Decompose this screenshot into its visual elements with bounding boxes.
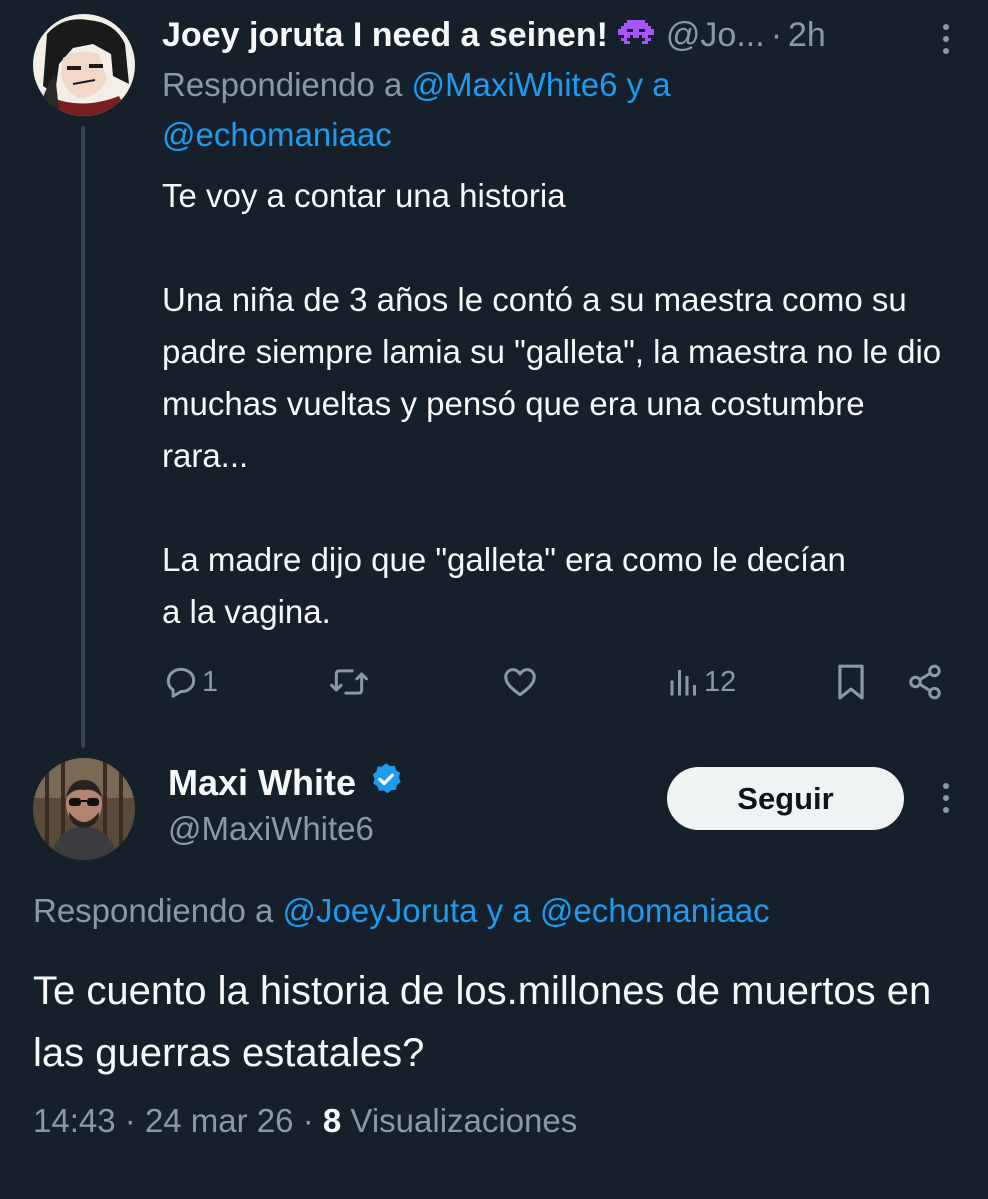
heart-icon — [500, 663, 540, 701]
replying-joiner: y a — [626, 66, 671, 103]
separator: · — [770, 15, 783, 54]
date[interactable]: 24 mar 26 — [145, 1102, 294, 1139]
tweet1-header: Joey joruta I need a seinen! @Jo... · 2h — [162, 10, 826, 60]
reply-button[interactable]: 1 — [162, 658, 218, 706]
views-count: 8 — [322, 1102, 342, 1139]
mention-link[interactable]: @echomaniaac — [540, 892, 770, 929]
thread-connector-line — [81, 126, 85, 748]
retweet-button[interactable] — [328, 658, 372, 706]
reply-icon — [162, 663, 200, 701]
tweet-text-paragraph: Te voy a contar una historia — [162, 177, 566, 214]
avatar[interactable] — [33, 14, 135, 116]
mention-link[interactable]: @MaxiWhite6 — [412, 66, 618, 103]
separator: · — [124, 1102, 136, 1139]
replying-joiner: y a — [486, 892, 531, 929]
share-button[interactable] — [906, 658, 944, 706]
handle[interactable]: @MaxiWhite6 — [168, 806, 374, 852]
timestamp[interactable]: 14:43 — [33, 1102, 116, 1139]
like-button[interactable] — [500, 658, 542, 706]
replying-to: Respondiendo a @JoeyJoruta y a @echomani… — [33, 886, 770, 936]
alien-monster-icon — [617, 20, 654, 50]
tweet-text-paragraph: La madre dijo que "galleta" era como le … — [162, 541, 846, 630]
avatar[interactable] — [33, 758, 135, 860]
views-button[interactable]: 12 — [666, 658, 736, 706]
replying-prefix: Respondiendo a — [33, 892, 274, 929]
bookmark-icon — [834, 663, 868, 701]
replying-prefix: Respondiendo a — [162, 66, 403, 103]
display-name[interactable]: Joey joruta I need a seinen! — [162, 16, 608, 55]
analytics-icon — [666, 663, 702, 701]
share-icon — [906, 663, 944, 701]
timestamp[interactable]: 2h — [788, 16, 826, 55]
replying-to: Respondiendo a @MaxiWhite6 y a @echomani… — [162, 60, 882, 160]
tweet2-name-row: Maxi White — [168, 758, 404, 808]
more-options-icon[interactable] — [940, 783, 952, 813]
mention-link[interactable]: @JoeyJoruta — [283, 892, 478, 929]
views-label: Visualizaciones — [350, 1102, 578, 1139]
follow-button[interactable]: Seguir — [667, 767, 904, 830]
separator: · — [302, 1102, 314, 1139]
reply-count: 1 — [202, 665, 219, 698]
retweet-icon — [328, 663, 370, 701]
display-name[interactable]: Maxi White — [168, 762, 356, 804]
tweet-action-bar: 1 12 — [162, 658, 952, 706]
tweet1-body: Te voy a contar una historia Una niña de… — [162, 170, 962, 638]
handle[interactable]: @Jo... — [666, 16, 765, 55]
views-count: 12 — [704, 665, 737, 698]
bookmark-button[interactable] — [834, 658, 868, 706]
more-options-icon[interactable] — [940, 24, 952, 54]
verified-badge-icon — [368, 761, 404, 806]
tweet-meta: 14:43 · 24 mar 26 · 8 Visualizaciones — [33, 1098, 577, 1144]
mention-link[interactable]: @echomaniaac — [162, 116, 392, 153]
tweet-text-paragraph: Una niña de 3 años le contó a su maestra… — [162, 281, 942, 474]
tweet2-body: Te cuento la historia de los.millones de… — [33, 969, 932, 1075]
